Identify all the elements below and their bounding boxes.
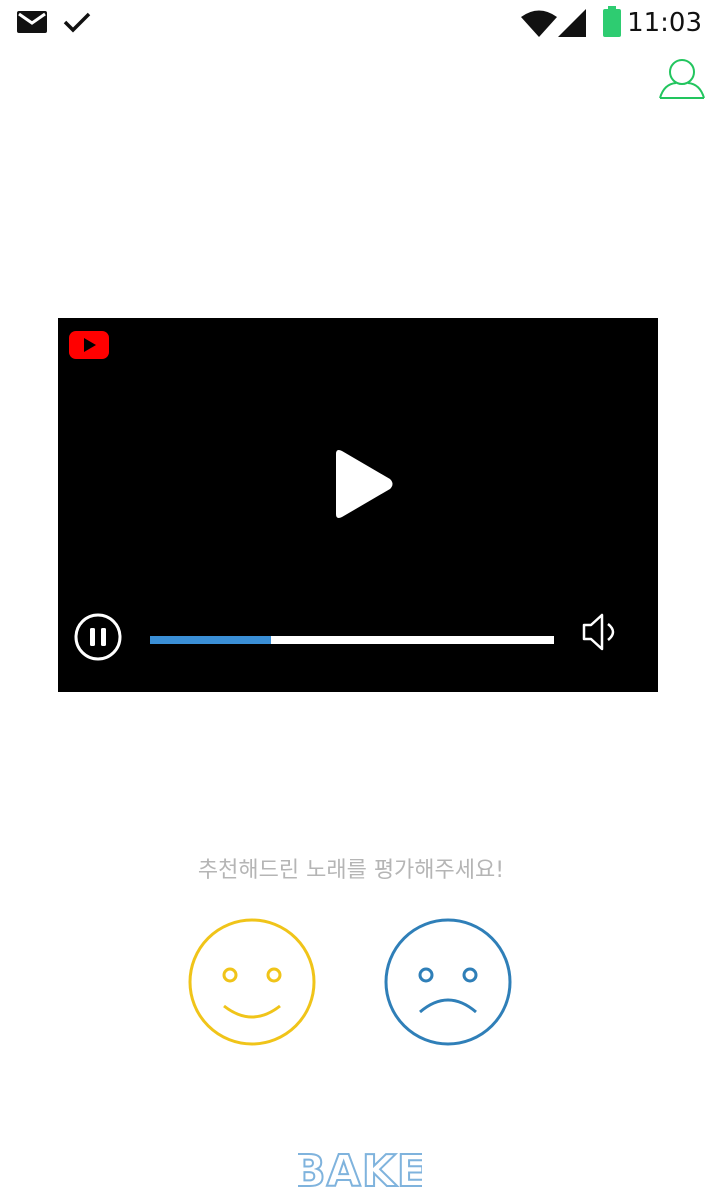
progress-bar[interactable] [150,636,554,644]
dislike-button[interactable] [382,916,514,1052]
bake-logo: BAKE [291,1140,428,1200]
play-icon[interactable] [328,444,398,528]
user-outline-icon [659,59,705,99]
status-bar: 11:03 [0,0,720,48]
pause-icon[interactable] [73,612,123,666]
progress-fill [150,636,272,644]
sad-face-icon [384,918,512,1046]
youtube-icon[interactable] [69,331,109,363]
smiley-face-icon [188,918,316,1046]
status-time: 11:03 [627,8,702,38]
mail-icon [16,10,48,38]
volume-icon[interactable] [578,608,626,660]
bake-logo-text: BAKE [298,1146,422,1196]
battery-icon [602,6,622,42]
rating-prompt: 추천해드린 노래를 평가해주세요! [197,858,505,883]
signal-icon [556,8,588,42]
profile-button[interactable] [656,56,708,102]
video-player[interactable] [58,318,658,692]
check-icon [62,10,92,38]
like-button[interactable] [186,916,318,1052]
wifi-icon [520,8,558,42]
